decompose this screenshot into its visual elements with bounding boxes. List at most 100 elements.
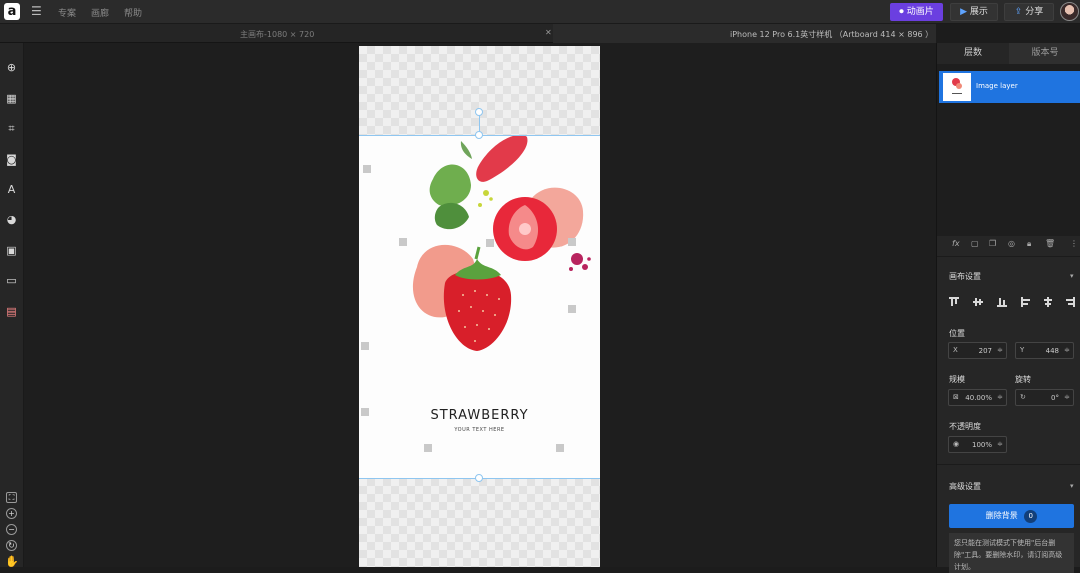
- align-middle-icon[interactable]: [973, 297, 983, 307]
- shapes-icon[interactable]: ◕: [5, 213, 18, 226]
- stepper-icon[interactable]: ≑: [997, 440, 1003, 448]
- watermark-mark: [486, 239, 494, 247]
- stepper-icon[interactable]: ≑: [1064, 393, 1070, 401]
- share-button[interactable]: ⇪ 分享: [1004, 3, 1054, 21]
- layer-name: Image layer: [976, 82, 1018, 90]
- hamburger-menu-icon[interactable]: ☰: [31, 4, 42, 18]
- menu-projects[interactable]: 专案: [58, 6, 76, 19]
- watermark-mark: [363, 165, 371, 173]
- align-bottom-icon[interactable]: [997, 297, 1007, 307]
- chevron-down-icon[interactable]: ▾: [1070, 272, 1074, 280]
- remove-background-label: 删除背景: [985, 511, 1018, 520]
- close-tab-icon[interactable]: ✕: [545, 28, 552, 37]
- hand-icon[interactable]: ✋: [5, 555, 19, 568]
- strawberry-image[interactable]: STRAWBERRY YOUR TEXT HERE: [359, 135, 600, 479]
- x-value: 207: [978, 347, 992, 355]
- delete-icon[interactable]: 🗑︎: [1045, 239, 1055, 248]
- tab-artboard-label: iPhone 12 Pro 6.1英寸样机 （Artboard 414 × 89…: [730, 30, 934, 39]
- play-icon: ▶: [960, 7, 968, 17]
- canvas-settings-title: 画布设置: [949, 272, 981, 281]
- share-label: 分享: [1025, 7, 1044, 17]
- tab-main-canvas[interactable]: 主画布-1080 × 720: [240, 29, 314, 40]
- reset-zoom-icon[interactable]: ↻: [6, 540, 17, 551]
- x-field[interactable]: X 207 ≑: [948, 342, 1007, 359]
- align-center-icon[interactable]: [1043, 297, 1053, 307]
- image-icon[interactable]: ▣: [5, 244, 18, 257]
- opacity-value: 100%: [971, 441, 992, 449]
- rotate-field[interactable]: ↻ 0° ≑: [1015, 389, 1074, 406]
- opacity-field[interactable]: ◉ 100% ≑: [948, 436, 1007, 453]
- layer-thumbnail: [943, 73, 971, 101]
- crop-icon[interactable]: ⌗: [5, 122, 18, 135]
- strawberry-thumbnail-icon: [952, 78, 962, 94]
- camera-icon[interactable]: ◙: [5, 153, 18, 166]
- top-bar: a ☰ 专案 画廊 帮助 ⏺ 动画片 ▶ 展示 ⇪ 分享: [0, 0, 1080, 24]
- app-logo[interactable]: a: [4, 3, 20, 20]
- zoom-out-icon[interactable]: −: [6, 524, 17, 535]
- zoom-in-icon[interactable]: +: [6, 508, 17, 519]
- more-vertical-icon[interactable]: ⋮: [1070, 239, 1078, 248]
- lock-icon[interactable]: 🔒︎: [1027, 239, 1031, 249]
- artboard-title[interactable]: STRAWBERRY: [359, 408, 600, 423]
- watermark-mark: [568, 305, 576, 313]
- share-icon: ⇪: [1014, 7, 1023, 17]
- scale-value: 40.00%: [965, 394, 992, 402]
- stepper-icon[interactable]: ≑: [997, 393, 1003, 401]
- text-icon[interactable]: A: [5, 183, 18, 196]
- present-button[interactable]: ▶ 展示: [950, 3, 998, 21]
- tab-layers[interactable]: 层数: [937, 43, 1009, 64]
- eye-icon: ◉: [953, 440, 960, 448]
- chevron-down-icon[interactable]: ▾: [1070, 482, 1074, 490]
- menu-help[interactable]: 帮助: [124, 6, 142, 19]
- watermark-mark: [399, 238, 407, 246]
- stepper-icon[interactable]: ≑: [1064, 346, 1070, 354]
- tab-artboard[interactable]: iPhone 12 Pro 6.1英寸样机 （Artboard 414 × 89…: [553, 24, 936, 43]
- menu-gallery[interactable]: 画廊: [91, 6, 109, 19]
- device-mockup-icon[interactable]: ▭: [5, 274, 18, 287]
- rotate-icon: ↻: [1020, 393, 1026, 401]
- avatar[interactable]: [1060, 2, 1079, 21]
- scale-icon: ⊠: [953, 393, 959, 401]
- advanced-settings-title: 高级设置: [949, 482, 981, 491]
- align-right-icon[interactable]: [1065, 297, 1075, 307]
- right-panel: 层数 版本号 Image layer fx ▢ ❐ ◎ 🔒︎ 🗑︎ ⋮ 画布设置…: [936, 43, 1080, 573]
- resize-handle-top[interactable]: [475, 131, 483, 139]
- y-value: 448: [1045, 347, 1059, 355]
- align-top-icon[interactable]: [949, 297, 959, 307]
- opacity-label: 不透明度: [949, 422, 981, 431]
- sticker-icon[interactable]: ▤: [5, 305, 18, 318]
- effects-icon[interactable]: fx: [952, 239, 960, 248]
- folder-icon[interactable]: ▢: [971, 239, 979, 248]
- upgrade-note: 您只能在测试模式下使用"后台删除"工具。要删除水印，请订阅高级计划。: [949, 533, 1074, 573]
- stepper-icon[interactable]: ≑: [997, 346, 1003, 354]
- templates-icon[interactable]: ▦: [5, 92, 18, 105]
- remove-count-badge: 0: [1024, 510, 1038, 523]
- watermark-mark: [361, 342, 369, 350]
- artboard-subtitle[interactable]: YOUR TEXT HERE: [359, 427, 600, 433]
- watermark-mark: [424, 444, 432, 452]
- layer-item[interactable]: Image layer: [939, 71, 1080, 103]
- tab-versions[interactable]: 版本号: [1009, 43, 1080, 64]
- watermark-mark: [556, 444, 564, 452]
- duplicate-icon[interactable]: ❐: [989, 239, 996, 248]
- animate-label: 动画片: [906, 7, 934, 17]
- y-field[interactable]: Y 448 ≑: [1015, 342, 1074, 359]
- document-tabs: 主画布-1080 × 720 ✕ iPhone 12 Pro 6.1英寸样机 （…: [0, 24, 936, 43]
- rotate-handle[interactable]: [475, 108, 483, 116]
- y-label: Y: [1020, 346, 1025, 354]
- rotate-value: 0°: [1051, 394, 1059, 402]
- position-label: 位置: [949, 329, 965, 338]
- mask-icon[interactable]: ◎: [1008, 239, 1015, 248]
- animate-button[interactable]: ⏺ 动画片: [890, 3, 943, 21]
- resize-handle-bottom[interactable]: [475, 474, 483, 482]
- scale-field[interactable]: ⊠ 40.00% ≑: [948, 389, 1007, 406]
- add-icon[interactable]: ⊕: [5, 61, 18, 74]
- align-left-icon[interactable]: [1021, 297, 1031, 307]
- divider: [937, 256, 1080, 257]
- layer-toolbar: fx ▢ ❐ ◎ 🔒︎ 🗑︎ ⋮: [937, 236, 1080, 254]
- divider: [937, 464, 1080, 465]
- present-label: 展示: [969, 7, 988, 17]
- x-label: X: [953, 346, 958, 354]
- remove-background-button[interactable]: 删除背景 0: [949, 504, 1074, 528]
- fit-screen-icon[interactable]: ⛶: [6, 492, 17, 503]
